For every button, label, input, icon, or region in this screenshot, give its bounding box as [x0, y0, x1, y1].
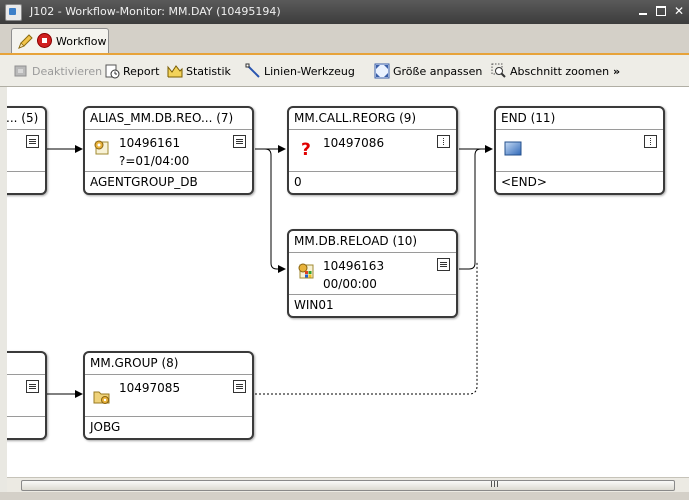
node-footer: WIN01 — [289, 294, 456, 316]
minimize-button[interactable] — [636, 4, 650, 18]
node-title: MM.DB.RELOAD (10) — [289, 231, 456, 253]
deactivate-button[interactable]: Deaktivieren — [13, 63, 102, 81]
node-title: MM.CALL.REORG (9) — [289, 108, 456, 130]
node-footer: <END> — [496, 171, 663, 193]
window-title: J102 - Workflow-Monitor: MM.DAY (1049519… — [30, 5, 281, 18]
maximize-button[interactable] — [654, 4, 668, 18]
node-details-icon[interactable] — [437, 135, 450, 148]
deactivate-icon — [14, 65, 27, 77]
node-details-icon[interactable] — [26, 380, 39, 393]
line-tool-icon — [245, 63, 260, 78]
horizontal-scrollbar[interactable] — [7, 477, 689, 493]
toolbar: Deaktivieren Report Statistik Linien-Wer… — [0, 55, 689, 87]
node-title: ALIAS_MM.DB.REO... (7) — [85, 108, 252, 130]
node-run-id: 10497085 — [119, 381, 181, 395]
toolbar-overflow-button[interactable]: » — [613, 65, 620, 83]
statistics-button[interactable]: Statistik — [167, 63, 231, 81]
stop-icon — [37, 33, 52, 48]
workflow-node-9[interactable]: MM.CALL.REORG (9) ? 10497086 0 — [287, 106, 458, 195]
close-button[interactable]: ✕ — [672, 4, 686, 18]
node-footer: AGENTGROUP_DB — [85, 171, 252, 193]
scrollbar-thumb[interactable] — [21, 480, 675, 491]
workflow-node-10[interactable]: MM.DB.RELOAD (10) 10496163 00/00:00 WIN0… — [287, 229, 458, 318]
node-body — [7, 130, 45, 172]
status-bar — [0, 492, 689, 500]
workflow-canvas[interactable]: ... (5) ALIAS_MM.DB.REO... (7) 10496161 … — [7, 87, 689, 477]
canvas-left-edge — [0, 87, 7, 492]
node-title: MM.GROUP (8) — [85, 353, 252, 375]
gear-job-icon — [94, 140, 109, 155]
node-footer: JOBG — [85, 416, 252, 438]
app-icon — [5, 4, 22, 21]
node-footer — [7, 171, 45, 193]
node-run-id: 10496163 — [323, 259, 385, 273]
workflow-node-11[interactable]: END (11) <END> — [494, 106, 665, 195]
scrollbar-grip — [491, 481, 500, 487]
report-icon — [105, 64, 120, 79]
node-details-icon[interactable] — [644, 135, 657, 148]
node-body — [7, 375, 45, 417]
node-footer — [7, 416, 45, 438]
node-run-id: 10497086 — [323, 136, 385, 150]
node-details-icon[interactable] — [233, 380, 246, 393]
node-details-icon[interactable] — [233, 135, 246, 148]
node-footer: 0 — [289, 171, 456, 193]
pencil-icon — [18, 34, 33, 49]
node-body: 10497085 — [85, 375, 252, 417]
node-body: ? 10497086 — [289, 130, 456, 172]
node-body: 10496163 00/00:00 — [289, 253, 456, 295]
node-run-id: 10496161 — [119, 136, 181, 150]
node-body — [496, 130, 663, 172]
node-title: ... (5) — [7, 108, 45, 130]
node-details-icon[interactable] — [437, 258, 450, 271]
question-icon: ? — [301, 140, 311, 157]
node-body: 10496161 ?=01/04:00 — [85, 130, 252, 172]
tab-label: Workflow — [56, 35, 107, 48]
node-time: ?=01/04:00 — [119, 154, 190, 168]
workflow-node-7[interactable]: ALIAS_MM.DB.REO... (7) 10496161 ?=01/04:… — [83, 106, 254, 195]
node-details-icon[interactable] — [26, 135, 39, 148]
statistics-icon — [167, 65, 183, 78]
svg-text:?: ? — [301, 140, 311, 157]
windows-job-icon — [298, 263, 314, 279]
end-icon — [504, 141, 522, 156]
report-button[interactable]: Report — [104, 63, 162, 81]
folder-group-icon — [93, 391, 110, 404]
workflow-node-partial[interactable] — [7, 351, 47, 440]
node-title: END (11) — [496, 108, 663, 130]
node-time: 00/00:00 — [323, 277, 377, 291]
tab-strip: Workflow — [0, 24, 689, 54]
zoom-icon — [491, 63, 506, 78]
zoom-section-button[interactable]: Abschnitt zoomen — [491, 63, 609, 81]
workflow-node-8[interactable]: MM.GROUP (8) 10497085 JOBG — [83, 351, 254, 440]
node-title — [7, 353, 45, 375]
title-bar: J102 - Workflow-Monitor: MM.DAY (1049519… — [0, 0, 689, 25]
workflow-node-5[interactable]: ... (5) — [7, 106, 47, 195]
tab-workflow[interactable]: Workflow — [11, 28, 109, 54]
fit-size-button[interactable]: Größe anpassen — [374, 63, 482, 81]
fit-size-icon — [374, 63, 390, 79]
line-tool-button[interactable]: Linien-Werkzeug — [245, 63, 355, 81]
